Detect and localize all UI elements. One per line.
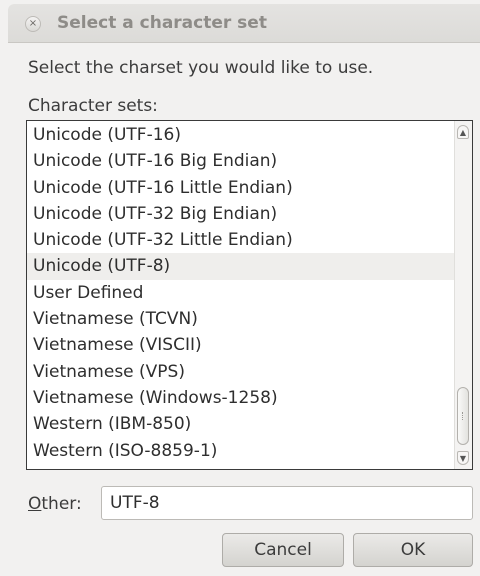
ok-button[interactable]: OK [353,533,473,567]
chevron-down-icon[interactable]: ▼ [457,451,469,465]
character-set-list[interactable]: Unicode (UTF-16) Unicode (UTF-16 Big Endi… [26,120,473,470]
list-item[interactable]: Vietnamese (VPS) [27,359,455,385]
list-item[interactable]: Western (IBM-850) [27,411,455,437]
character-sets-label: Character sets: [28,96,158,116]
other-label: Other: [28,494,82,514]
title-bar: × Select a character set [8,4,480,43]
list-item[interactable]: Unicode (UTF-16) [27,122,455,148]
other-label-mnemonic: O [28,494,42,514]
charset-dialog: × Select a character set Select the char… [8,4,480,576]
close-icon[interactable]: × [25,16,41,32]
other-charset-input[interactable] [101,486,473,520]
chevron-up-icon[interactable]: ▲ [457,125,469,139]
list-item[interactable]: Vietnamese (VISCII) [27,332,455,358]
list-item[interactable]: Unicode (UTF-16 Little Endian) [27,175,455,201]
list-items-container: Unicode (UTF-16) Unicode (UTF-16 Big Endi… [27,122,455,464]
list-item[interactable]: Unicode (UTF-8) [27,253,455,280]
scroll-thumb[interactable] [457,387,469,445]
vertical-scrollbar[interactable]: ▲ ▼ [454,121,472,469]
list-item[interactable]: Vietnamese (TCVN) [27,306,455,332]
instruction-text: Select the charset you would like to use… [28,58,374,78]
list-item[interactable]: Unicode (UTF-16 Big Endian) [27,148,455,174]
list-item[interactable]: Unicode (UTF-32 Big Endian) [27,201,455,227]
list-item[interactable]: Western (ISO-8859-1) [27,438,455,464]
grip-icon [462,412,465,420]
list-item[interactable]: Vietnamese (Windows-1258) [27,385,455,411]
other-label-text: ther: [41,494,82,514]
cancel-button[interactable]: Cancel [222,533,344,567]
list-item[interactable]: Unicode (UTF-32 Little Endian) [27,227,455,253]
list-item[interactable]: User Defined [27,280,455,306]
window-title: Select a character set [57,13,267,33]
